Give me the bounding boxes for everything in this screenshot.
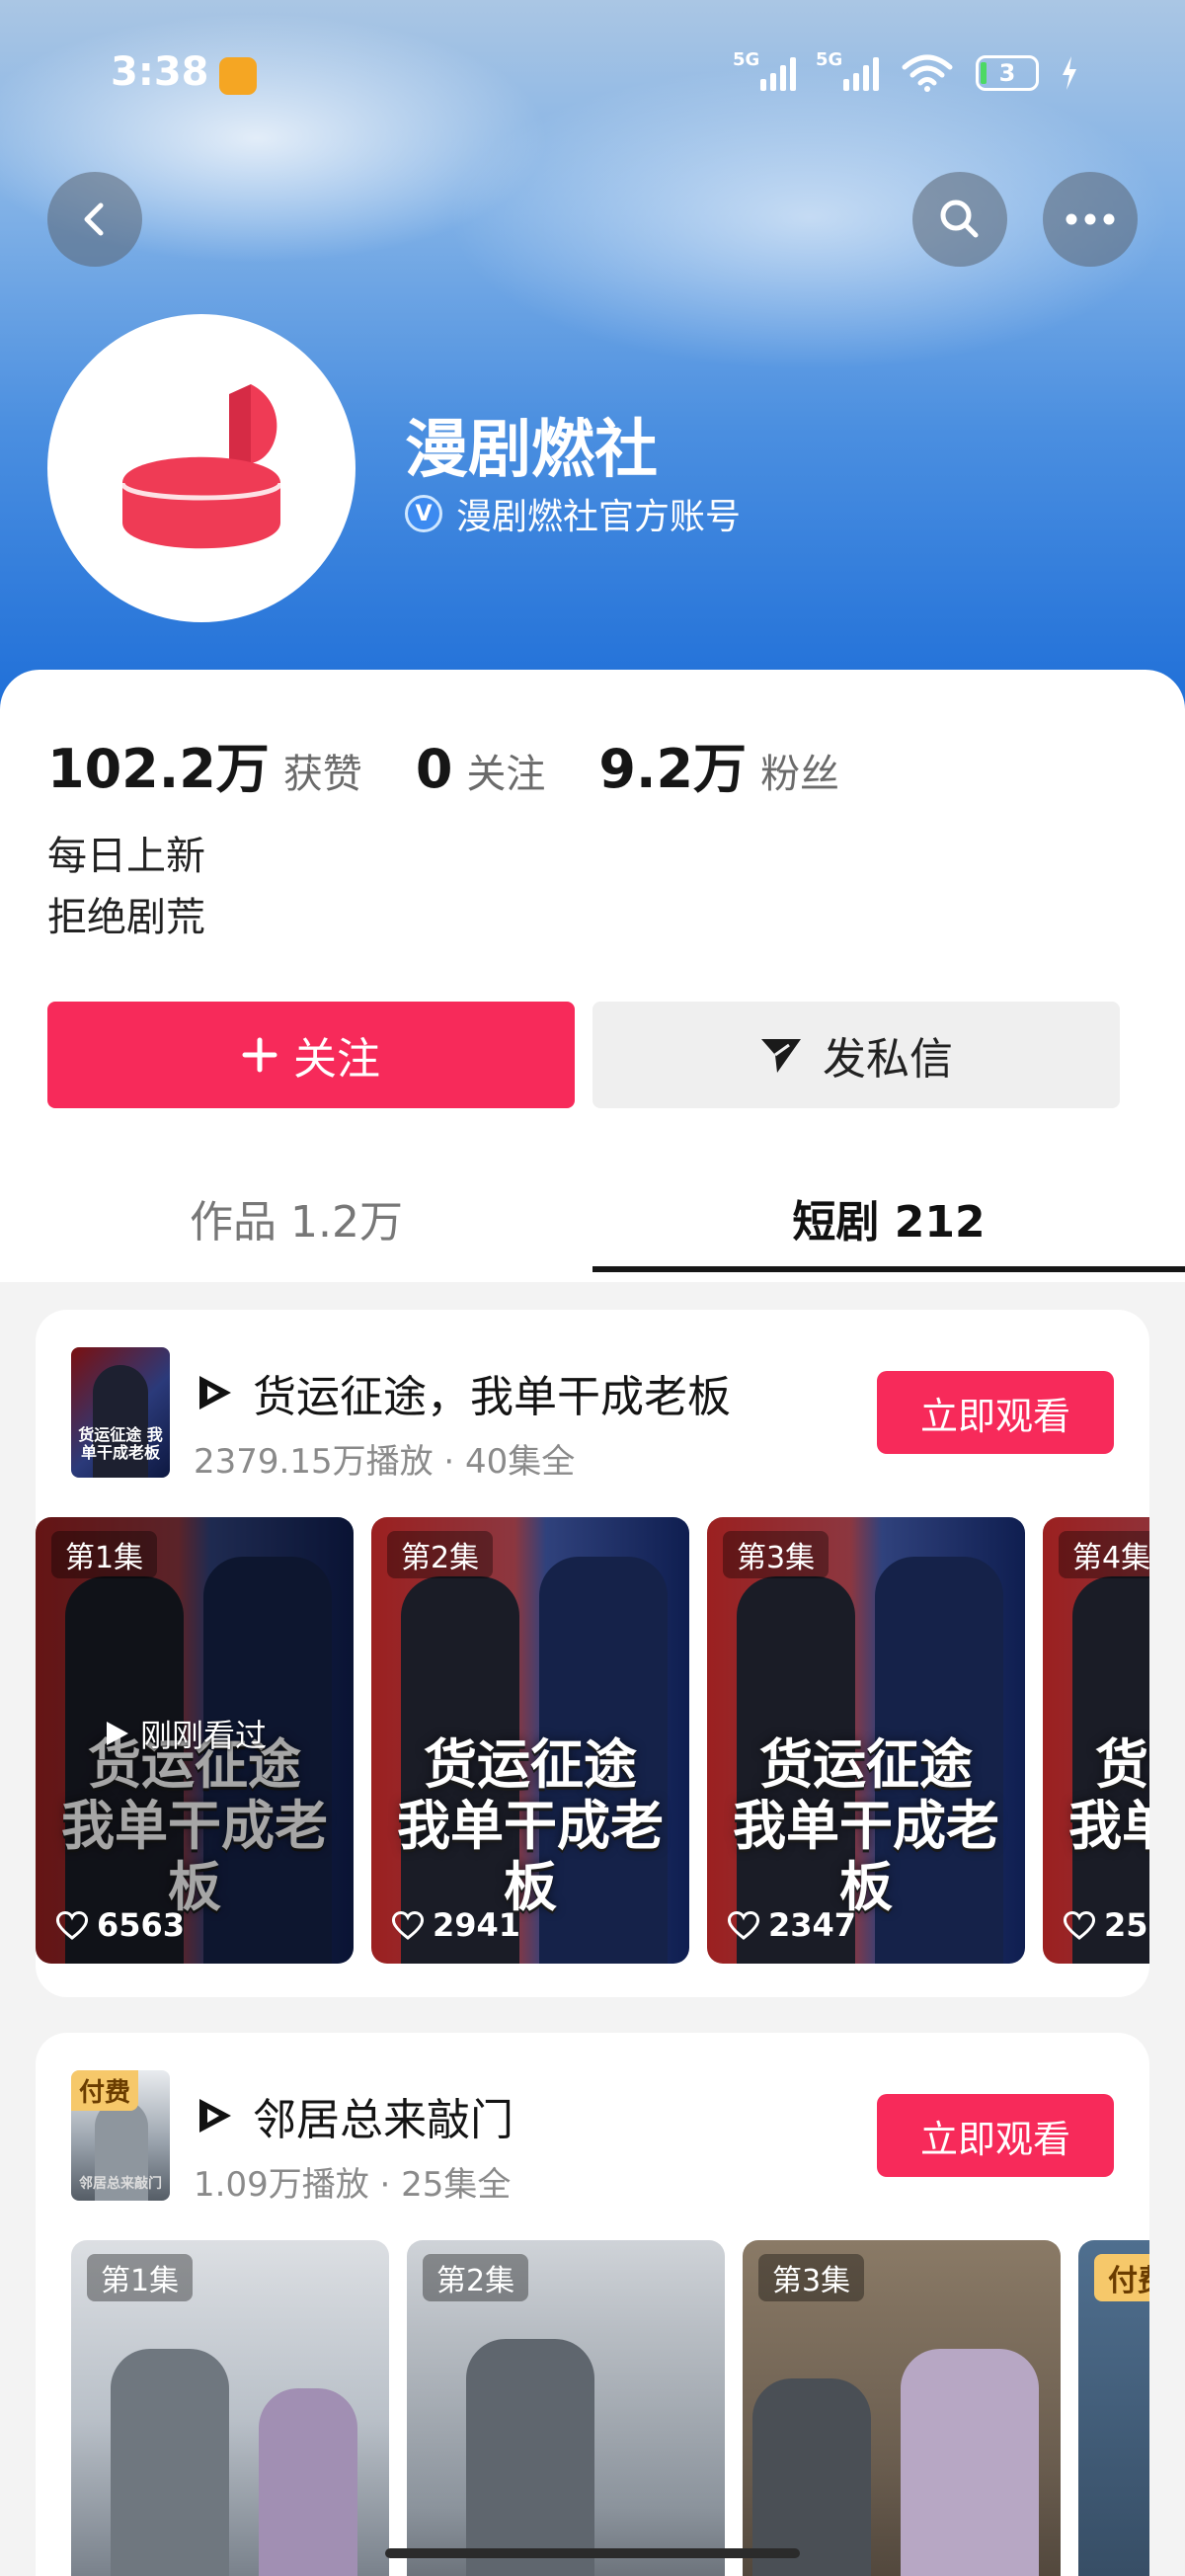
drama-stats: 1.09万播放 · 25集全: [194, 2165, 512, 2205]
episode-thumbnail[interactable]: 第2集: [407, 2240, 725, 2576]
tab-works[interactable]: 作品 1.2万: [0, 1164, 592, 1272]
play-icon: [107, 1722, 128, 1745]
drama-title[interactable]: 邻居总来敲门: [253, 2084, 514, 2147]
message-button[interactable]: 发私信: [592, 1002, 1120, 1108]
profile-page: 3:38 5G 5G 3 漫剧燃社 V 漫剧燃社官方账号 102.2万 获赞 0…: [0, 0, 1185, 2576]
cover-title: 货运征途 我单干成老板: [78, 1425, 163, 1462]
drama-title-row: 货运征途，我单干成老板: [194, 1361, 731, 1424]
chevron-left-icon: [84, 202, 104, 236]
episode-likes: 2941: [391, 1906, 520, 1944]
episode-label: 第1集: [51, 1531, 158, 1578]
drama-cover[interactable]: 付费 邻居总来敲门: [71, 2070, 170, 2201]
episode-thumbnail[interactable]: 第3集: [743, 2240, 1061, 2576]
episode-label: 第2集: [387, 1531, 494, 1578]
profile-header: 3:38 5G 5G 3 漫剧燃社 V 漫剧燃社官方账号: [0, 0, 1185, 711]
episode-likes: 2347: [727, 1906, 856, 1944]
wifi-icon: [902, 54, 953, 92]
episode-title: 货运征途 我单干成老板: [1068, 1733, 1149, 1857]
episode-strip: 货运征途 我单干成老板 第1集 刚刚看过 6563 货运征途 我单干成老板 第2…: [36, 1517, 1149, 1972]
home-indicator[interactable]: [385, 2548, 800, 2558]
brand-logo-icon: [119, 384, 283, 549]
more-button[interactable]: [1043, 172, 1138, 267]
episode-label: 第1集: [87, 2254, 194, 2301]
drama-title[interactable]: 货运征途，我单干成老板: [253, 1361, 731, 1424]
cover-title: 邻居总来敲门: [79, 2176, 162, 2192]
heart-icon: [391, 1911, 425, 1940]
status-icons: 5G 5G 3: [733, 49, 1078, 93]
drama-stats: 2379.15万播放 · 40集全: [194, 1442, 576, 1482]
more-dots-icon: [1066, 213, 1115, 225]
plus-icon: [242, 1037, 277, 1073]
episode-title: 货运征途 我单干成老板: [733, 1733, 999, 1918]
drama-cover[interactable]: 货运征途 我单干成老板: [71, 1347, 170, 1478]
profile-info-card: 102.2万 获赞 0 关注 9.2万 粉丝 每日上新 拒绝剧荒 关注 发私信 …: [0, 670, 1185, 1282]
episode-thumbnail[interactable]: 货运征途 我单干成老板 第3集 2347: [707, 1517, 1025, 1964]
paid-tag: 付费: [1094, 2254, 1149, 2301]
stat-following[interactable]: 0 关注: [416, 738, 546, 800]
watch-now-button[interactable]: 立即观看: [877, 2094, 1114, 2177]
search-button[interactable]: [912, 172, 1007, 267]
episode-label: 第4集: [1059, 1531, 1149, 1578]
notification-app-icon: [219, 57, 257, 95]
verified-text: 漫剧燃社官方账号: [456, 497, 742, 537]
stat-followers[interactable]: 9.2万 粉丝: [598, 725, 839, 803]
bio-line: 拒绝剧荒: [47, 895, 205, 940]
drama-card[interactable]: 付费 邻居总来敲门 邻居总来敲门 1.09万播放 · 25集全 立即观看 第1集…: [36, 2033, 1149, 2576]
avatar[interactable]: [47, 314, 356, 622]
just-watched-badge: 刚刚看过: [105, 1711, 267, 1756]
short-drama-logo-icon: [199, 1376, 231, 1409]
signal-icon: 5G: [733, 49, 796, 91]
profile-bio: 每日上新 拒绝剧荒: [47, 826, 205, 948]
drama-card[interactable]: 货运征途 我单干成老板 货运征途，我单干成老板 2379.15万播放 · 40集…: [36, 1310, 1149, 1997]
episode-thumbnail[interactable]: 货运征途 我单干成老板 第2集 2941: [371, 1517, 689, 1964]
episode-label: 第3集: [723, 1531, 830, 1578]
stat-likes[interactable]: 102.2万 获赞: [47, 725, 362, 803]
status-bar: 3:38 5G 5G 3: [0, 40, 1185, 119]
episode-likes: 6563: [55, 1906, 185, 1944]
signal-icon: 5G: [816, 49, 879, 91]
episode-label: 第2集: [423, 2254, 529, 2301]
follow-button[interactable]: 关注: [47, 1002, 575, 1108]
content-tabs: 作品 1.2万 短剧 212: [0, 1164, 1185, 1272]
episode-title: 货运征途 我单干成老板: [397, 1733, 664, 1918]
watch-now-button[interactable]: 立即观看: [877, 1371, 1114, 1454]
bio-line: 每日上新: [47, 834, 205, 879]
back-button[interactable]: [47, 172, 142, 267]
heart-icon: [1063, 1911, 1096, 1940]
send-icon: [761, 1039, 801, 1073]
search-icon: [940, 200, 979, 238]
status-time: 3:38: [111, 49, 209, 95]
episode-thumbnail[interactable]: 第1集: [71, 2240, 389, 2576]
verified-badge-icon: V: [405, 495, 442, 532]
episode-thumbnail[interactable]: 货运征途 我单干成老板 第4集 25: [1043, 1517, 1149, 1964]
episode-strip: 第1集 第2集 第3集 付费: [71, 2240, 1149, 2576]
short-drama-logo-icon: [199, 2099, 231, 2133]
episode-likes: 25: [1063, 1906, 1148, 1944]
episode-thumbnail[interactable]: 付费: [1078, 2240, 1149, 2576]
charging-icon: [1063, 56, 1076, 90]
episode-thumbnail[interactable]: 货运征途 我单干成老板 第1集 刚刚看过 6563: [36, 1517, 354, 1964]
heart-icon: [55, 1911, 89, 1940]
paid-tag: 付费: [71, 2070, 139, 2111]
stats-row: 102.2万 获赞 0 关注 9.2万 粉丝: [47, 725, 893, 803]
profile-name: 漫剧燃社: [405, 414, 658, 487]
verified-line: V 漫剧燃社官方账号: [405, 488, 741, 539]
episode-label: 第3集: [758, 2254, 865, 2301]
heart-icon: [727, 1911, 760, 1940]
tab-short-dramas[interactable]: 短剧 212: [592, 1164, 1185, 1272]
active-tab-indicator: [592, 1266, 1185, 1272]
drama-title-row: 邻居总来敲门: [194, 2084, 514, 2147]
battery-icon: 3: [976, 55, 1039, 91]
